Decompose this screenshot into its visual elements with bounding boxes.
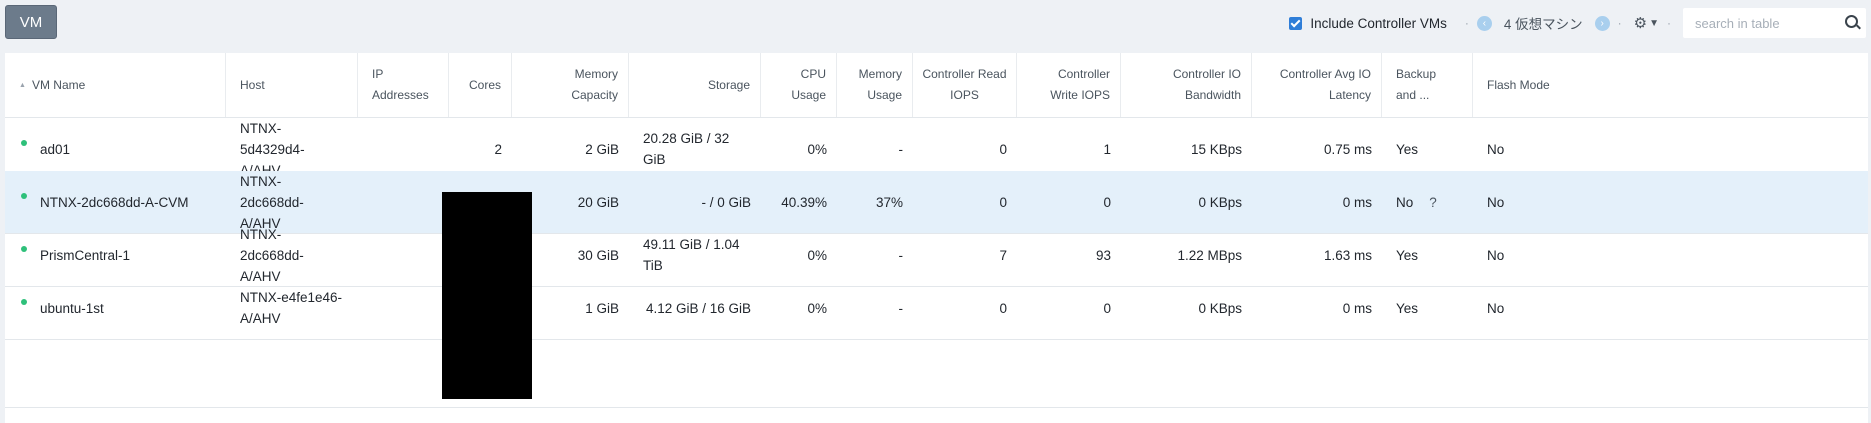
vm-table: ▲ VM Name Host IP Addresses Cores Memory … — [5, 53, 1868, 423]
col-controller-read-iops[interactable]: Controller Read IOPS — [913, 53, 1017, 117]
col-label: CPU Usage — [791, 67, 826, 102]
vm-bandwidth: 0 KBps — [1198, 300, 1242, 316]
table-row[interactable]: ubuntu-1st NTNX-e4fe1e46-A/AHV 1 1 GiB 4… — [5, 277, 1868, 340]
col-label: Flash Mode — [1487, 77, 1550, 92]
chevron-left-icon[interactable]: ‹ — [1476, 15, 1492, 31]
col-storage[interactable]: Storage — [629, 53, 761, 117]
separator: · — [1667, 16, 1671, 30]
col-label: Storage — [707, 77, 750, 92]
separator: · — [1617, 16, 1622, 30]
col-label: Controller IO Bandwidth — [1172, 67, 1241, 102]
col-vm-name[interactable]: ▲ VM Name — [5, 53, 226, 117]
col-label: Memory Usage — [858, 67, 902, 102]
search-box — [1683, 8, 1866, 38]
backup-value: No — [1396, 194, 1414, 210]
redacted-ip-block — [442, 192, 532, 399]
vm-memory-usage: - — [898, 300, 904, 316]
checkbox-checked-icon[interactable] — [1289, 16, 1303, 30]
col-label: Controller Avg IO Latency — [1279, 67, 1371, 102]
sort-asc-icon: ▲ — [19, 81, 26, 89]
caret-down-icon[interactable]: ▼ — [1649, 18, 1659, 29]
col-label: Backup and ... — [1396, 67, 1437, 102]
vm-storage: 4.12 GiB / 16 GiB — [645, 300, 751, 316]
toolbar: VM Include Controller VMs · ‹ 4 仮想マシン › … — [0, 0, 1871, 50]
vm-cpu-usage: 0% — [807, 300, 827, 316]
vm-button[interactable]: VM — [5, 5, 57, 39]
col-label: Host — [240, 77, 265, 92]
col-label: Cores — [468, 77, 501, 92]
col-memory-usage[interactable]: Memory Usage — [837, 53, 913, 117]
vm-latency: 0 ms — [1342, 300, 1372, 316]
help-icon[interactable]: ? — [1429, 192, 1437, 213]
col-label: Memory Capacity — [571, 67, 618, 102]
vm-read-iops: 0 — [999, 300, 1007, 316]
include-cvm-label[interactable]: Include Controller VMs — [1310, 16, 1447, 31]
col-cpu-usage[interactable]: CPU Usage — [761, 53, 837, 117]
col-label: Controller Write IOPS — [1050, 67, 1110, 102]
vm-backup: Yes — [1396, 300, 1419, 316]
col-label: VM Name — [31, 77, 86, 92]
col-label: IP Addresses — [372, 67, 429, 102]
pager-text: 4 仮想マシン — [1503, 17, 1583, 32]
vm-write-iops: 0 — [1103, 300, 1111, 316]
search-input[interactable] — [1683, 14, 1837, 32]
table-controls: Include Controller VMs · ‹ 4 仮想マシン › · ⚙… — [1289, 8, 1871, 38]
col-ip[interactable]: IP Addresses — [358, 53, 449, 117]
vm-host: NTNX-e4fe1e46-A/AHV — [240, 290, 343, 326]
col-cores[interactable]: Cores — [449, 53, 512, 117]
col-backup[interactable]: Backup and ... — [1382, 53, 1473, 117]
vm-flash-mode: No — [1487, 300, 1505, 316]
table-header: ▲ VM Name Host IP Addresses Cores Memory … — [5, 53, 1868, 118]
empty-row — [5, 367, 1868, 408]
vm-name[interactable]: ubuntu-1st — [5, 277, 226, 339]
col-host[interactable]: Host — [226, 53, 358, 117]
col-controller-avg-io-latency[interactable]: Controller Avg IO Latency — [1252, 53, 1382, 117]
col-controller-write-iops[interactable]: Controller Write IOPS — [1017, 53, 1121, 117]
chevron-right-icon[interactable]: › — [1594, 15, 1610, 31]
col-label: Controller Read IOPS — [922, 67, 1007, 102]
col-controller-io-bandwidth[interactable]: Controller IO Bandwidth — [1121, 53, 1252, 117]
gear-icon[interactable]: ⚙ — [1634, 14, 1647, 32]
search-icon[interactable] — [1845, 15, 1858, 28]
separator: · — [1464, 16, 1469, 30]
col-flash-mode[interactable]: Flash Mode — [1473, 53, 1868, 117]
col-memory-capacity[interactable]: Memory Capacity — [512, 53, 629, 117]
